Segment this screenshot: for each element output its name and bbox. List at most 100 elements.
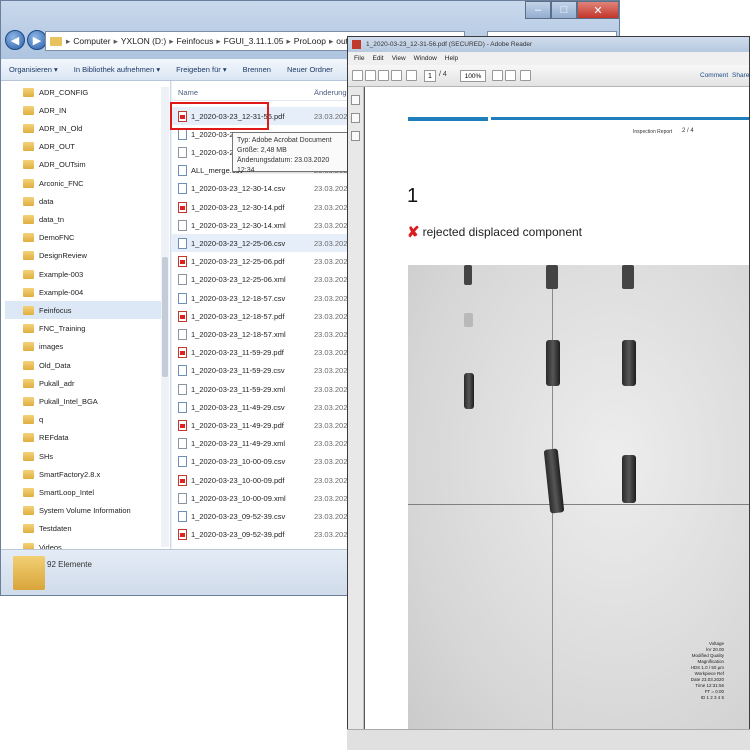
sidebar-item[interactable]: SHs: [23, 447, 163, 465]
sidebar-item[interactable]: ADR_IN_Old: [23, 119, 163, 137]
signature-icon[interactable]: [351, 131, 360, 141]
page-number-input[interactable]: 1: [424, 70, 436, 82]
folder-icon: [23, 342, 34, 352]
sidebar-item[interactable]: Example-003: [23, 265, 163, 283]
file-row[interactable]: 1_2020-03-23_10-00-09.xml23.03.2020 1: [172, 489, 352, 507]
attachment-icon[interactable]: [351, 113, 360, 123]
page-total: / 4: [439, 71, 447, 78]
pdf-icon: [352, 40, 361, 49]
file-row[interactable]: 1_2020-03-23_11-49-29.xml23.03.2020 1: [172, 435, 352, 453]
zoom-select[interactable]: 100%: [460, 70, 486, 82]
file-row[interactable]: 1_2020-03-23_10-00-09.pdf23.03.2020 1: [172, 471, 352, 489]
comment-button[interactable]: Comment: [700, 72, 728, 79]
file-row[interactable]: 1_2020-03-23_12-25-06.pdf23.03.2020 1: [172, 253, 352, 271]
file-row[interactable]: 1_2020-03-23_09-52-39.pdf23.03.2020 1: [172, 526, 352, 544]
file-row[interactable]: 1_2020-03-23_12-18-57.pdf23.03.2020 1: [172, 307, 352, 325]
sidebar-item[interactable]: DesignReview: [23, 247, 163, 265]
component-body: [622, 340, 636, 386]
sidebar-item[interactable]: REFdata: [23, 429, 163, 447]
menu-help[interactable]: Help: [445, 55, 458, 62]
sidebar-item[interactable]: SmartLoop_Intel: [23, 483, 163, 501]
burn-button[interactable]: Brennen: [243, 65, 271, 74]
sidebar-item[interactable]: Arconic_FNC: [23, 174, 163, 192]
share-with-button[interactable]: Freigeben für ▾: [176, 65, 226, 74]
back-arrow-icon[interactable]: ◀: [5, 30, 25, 50]
sidebar-item[interactable]: Pukall_adr: [23, 374, 163, 392]
sidebar-item[interactable]: Pukall_Intel_BGA: [23, 392, 163, 410]
column-name[interactable]: Name: [178, 88, 198, 97]
pages-icon[interactable]: [351, 95, 360, 105]
component-body: [464, 373, 474, 409]
component-body: [622, 265, 634, 289]
folder-icon: [23, 469, 34, 479]
file-row[interactable]: 1_2020-03-23_12-18-57.csv23.03.2020 1: [172, 289, 352, 307]
reject-status: ✘ rejected displaced component: [407, 223, 582, 241]
folder-icon: [23, 524, 34, 534]
file-row[interactable]: 1_2020-03-23_09-52-39.csv23.03.2020 1: [172, 507, 352, 525]
folder-icon: [23, 196, 34, 206]
file-row[interactable]: 1_2020-03-23_12-25-06.csv23.03.2020 1: [172, 234, 352, 253]
save-icon[interactable]: [365, 70, 376, 81]
menu-window[interactable]: Window: [414, 55, 437, 62]
file-row[interactable]: 1_2020-03-23_12-30-14.pdf23.03.2020 1: [172, 198, 352, 216]
file-name: 1_2020-03-23_10-00-09.pdf: [191, 475, 285, 485]
forward-arrow-icon[interactable]: ▶: [27, 30, 47, 50]
include-in-library-button[interactable]: In Bibliothek aufnehmen ▾: [74, 65, 160, 74]
sidebar-item[interactable]: Example-004: [23, 283, 163, 301]
breadcrumb-proloop[interactable]: ProLoop: [294, 36, 326, 46]
menu-file[interactable]: File: [354, 55, 364, 62]
file-row[interactable]: 1_2020-03-23_11-59-29.xml23.03.2020 1: [172, 380, 352, 398]
sidebar-item[interactable]: q: [23, 411, 163, 429]
share-button[interactable]: Share: [732, 72, 749, 79]
minimize-button[interactable]: –: [525, 1, 551, 19]
prev-page-icon[interactable]: [406, 70, 417, 81]
sidebar-item[interactable]: images: [23, 338, 163, 356]
sign-icon[interactable]: [520, 70, 531, 81]
file-row[interactable]: 1_2020-03-23_12-30-14.csv23.03.2020 1: [172, 180, 352, 198]
breadcrumb-computer[interactable]: Computer: [73, 36, 110, 46]
file-name: 1_2020-03-23_11-49-29.pdf: [191, 420, 284, 430]
sidebar-item[interactable]: data_tn: [23, 210, 163, 228]
maximize-button[interactable]: □: [551, 1, 577, 19]
sidebar-item[interactable]: Feinfocus: [5, 301, 165, 320]
close-button[interactable]: ✕: [577, 1, 619, 19]
breadcrumb-feinfocus[interactable]: Feinfocus: [177, 36, 214, 46]
file-row[interactable]: 1_2020-03-23_11-49-29.pdf23.03.2020 1: [172, 416, 352, 434]
fit-page-icon[interactable]: [492, 70, 503, 81]
file-row[interactable]: 1_2020-03-23_12-30-14.xml23.03.2020 1: [172, 216, 352, 234]
menu-edit[interactable]: Edit: [372, 55, 383, 62]
sidebar-item[interactable]: System Volume Information: [23, 502, 163, 520]
sidebar-item[interactable]: FNC_Training: [23, 320, 163, 338]
menu-view[interactable]: View: [392, 55, 406, 62]
file-row[interactable]: 1_2020-03-23_12-18-57.xml23.03.2020 1: [172, 325, 352, 343]
sidebar-item[interactable]: ADR_CONFIG: [23, 83, 163, 101]
sidebar-item[interactable]: ADR_OUT: [23, 138, 163, 156]
fit-width-icon[interactable]: [505, 70, 516, 81]
breadcrumb-drive[interactable]: YXLON (D:): [121, 36, 166, 46]
print-icon[interactable]: [378, 70, 389, 81]
file-row[interactable]: 1_2020-03-23_10-00-09.csv23.03.2020 1: [172, 453, 352, 471]
column-header: Name Änderungsdatum: [172, 85, 352, 101]
new-folder-button[interactable]: Neuer Ordner: [287, 65, 333, 74]
sidebar-item[interactable]: Old_Data: [23, 356, 163, 374]
sidebar-item[interactable]: DemoFNC: [23, 229, 163, 247]
sidebar-item[interactable]: ADR_IN: [23, 101, 163, 119]
sidebar-item[interactable]: SmartFactory2.8.x: [23, 465, 163, 483]
email-icon[interactable]: [391, 70, 402, 81]
organize-button[interactable]: Organisieren ▾: [9, 65, 58, 74]
sidebar-item[interactable]: Testdaten: [23, 520, 163, 538]
sidebar-item[interactable]: ADR_OUTsim: [23, 156, 163, 174]
breadcrumb-fgui[interactable]: FGUI_3.11.1.05: [224, 36, 284, 46]
nav-buttons: ◀ ▶: [5, 27, 49, 53]
file-tooltip: Typ: Adobe Acrobat Document Größe: 2,48 …: [232, 132, 352, 174]
file-row[interactable]: 1_2020-03-23_11-59-29.csv23.03.2020 1: [172, 362, 352, 380]
open-icon[interactable]: [352, 70, 363, 81]
file-row[interactable]: 1_2020-03-23_11-59-29.pdf23.03.2020 1: [172, 344, 352, 362]
xray-image: Voltage kV 20.00 Modified Quality Magnifica…: [408, 265, 749, 749]
scrollbar-thumb[interactable]: [162, 257, 168, 377]
sidebar-item[interactable]: data: [23, 192, 163, 210]
tooltip-size: Größe: 2,48 MB: [237, 147, 287, 154]
tree-scrollbar[interactable]: [161, 87, 169, 547]
file-row[interactable]: 1_2020-03-23_11-49-29.csv23.03.2020 1: [172, 398, 352, 416]
file-row[interactable]: 1_2020-03-23_12-25-06.xml23.03.2020 1: [172, 271, 352, 289]
